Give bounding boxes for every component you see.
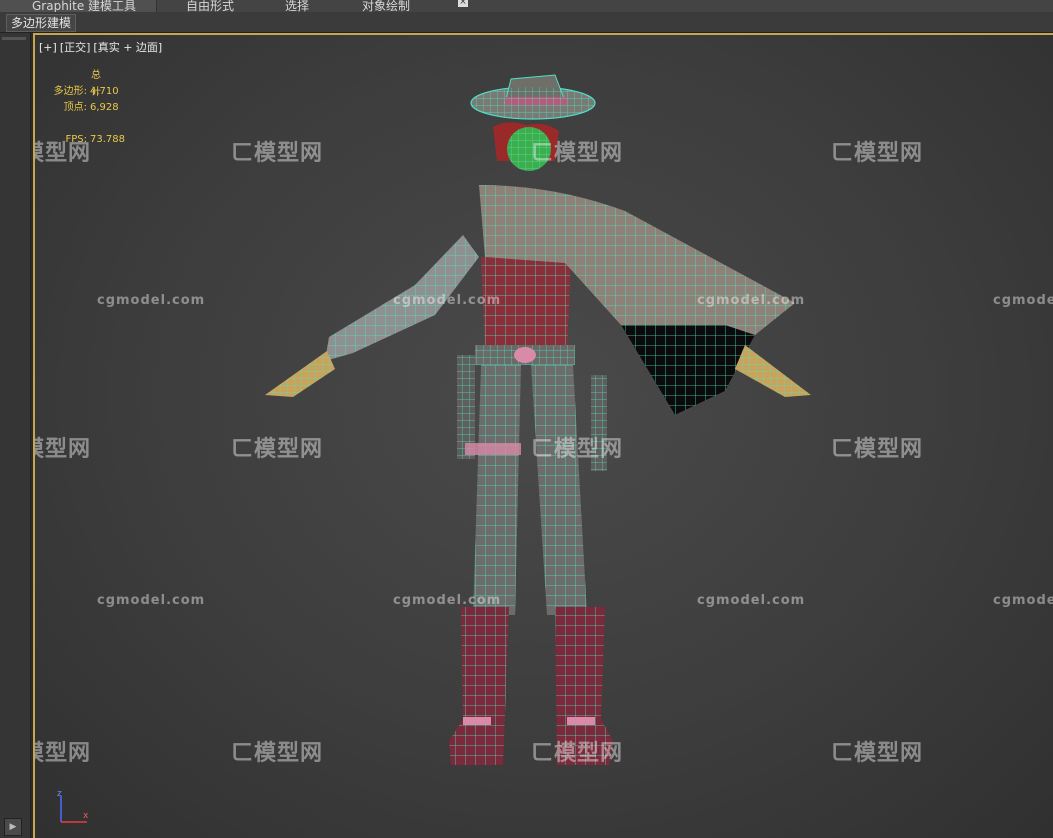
watermark-site: cgmodel.com <box>97 593 206 608</box>
viewport-shading-label[interactable]: [真实 + 边面] <box>93 41 162 54</box>
tab-object-paint[interactable]: 对象绘制 <box>362 0 410 12</box>
watermark-logo: ㄈ模型网 <box>831 141 924 166</box>
watermark-site: cgmodel.com <box>393 293 502 308</box>
toolbar-grip[interactable] <box>2 37 26 40</box>
watermark-logo: ㄈ模型网 <box>35 437 92 462</box>
watermark-site: cgmodel.com <box>993 293 1053 308</box>
watermark-site: cgmodel.com <box>697 593 806 608</box>
watermark-logo: ㄈ模型网 <box>231 741 324 766</box>
axis-z-label: z <box>57 790 62 799</box>
axis-x-label: x <box>83 811 89 821</box>
watermark-site: cgmodel.com <box>393 593 502 608</box>
ribbon-tabs: Graphite 建模工具 自由形式 选择 对象绘制 × <box>0 0 1053 12</box>
polygon-modeling-panel-button[interactable]: 多边形建模 <box>6 14 77 32</box>
perspective-viewport[interactable]: [+] [正交] [真实 + 边面] 总计 多边形: 4,710 顶点: 6,928… <box>33 33 1053 838</box>
watermark-site: cgmodel.com <box>993 593 1053 608</box>
watermark-logo: ㄈ模型网 <box>35 141 92 166</box>
axis-gizmo-icon: z x <box>57 790 89 823</box>
viewport-menu-plus[interactable]: [+] <box>39 41 57 54</box>
tab-freeform[interactable]: 自由形式 <box>186 0 234 12</box>
watermark-logo: ㄈ模型网 <box>831 437 924 462</box>
left-toolbar <box>0 33 31 838</box>
watermark-logo: ㄈ模型网 <box>231 437 324 462</box>
polys-value: 4,710 <box>90 86 119 97</box>
viewport-label[interactable]: [+] [正交] [真实 + 边面] <box>39 39 165 55</box>
watermark-logo: ㄈ模型网 <box>831 741 924 766</box>
viewport-view-label[interactable]: [正交] <box>60 41 91 54</box>
fps-value: 73.788 <box>90 134 125 145</box>
tab-selection[interactable]: 选择 <box>285 0 309 12</box>
verts-value: 6,928 <box>90 102 119 113</box>
watermark-logo: ㄈ模型网 <box>231 141 324 166</box>
watermark-logo: ㄈ模型网 <box>531 437 624 462</box>
watermark-site: cgmodel.com <box>97 293 206 308</box>
tab-graphite-modeling-tools[interactable]: Graphite 建模工具 <box>0 0 158 12</box>
polys-label: 多边形: <box>53 86 87 97</box>
watermark-logo: ㄈ模型网 <box>531 141 624 166</box>
verts-label: 顶点: <box>63 102 87 113</box>
ribbon-panel-bar: 多边形建模 <box>0 12 1053 33</box>
close-icon[interactable]: × <box>458 0 468 7</box>
watermark-logo: ㄈ模型网 <box>531 741 624 766</box>
watermark-site: cgmodel.com <box>697 293 806 308</box>
watermark-logo: ㄈ模型网 <box>35 741 92 766</box>
play-icon[interactable]: ▶ <box>4 818 22 836</box>
